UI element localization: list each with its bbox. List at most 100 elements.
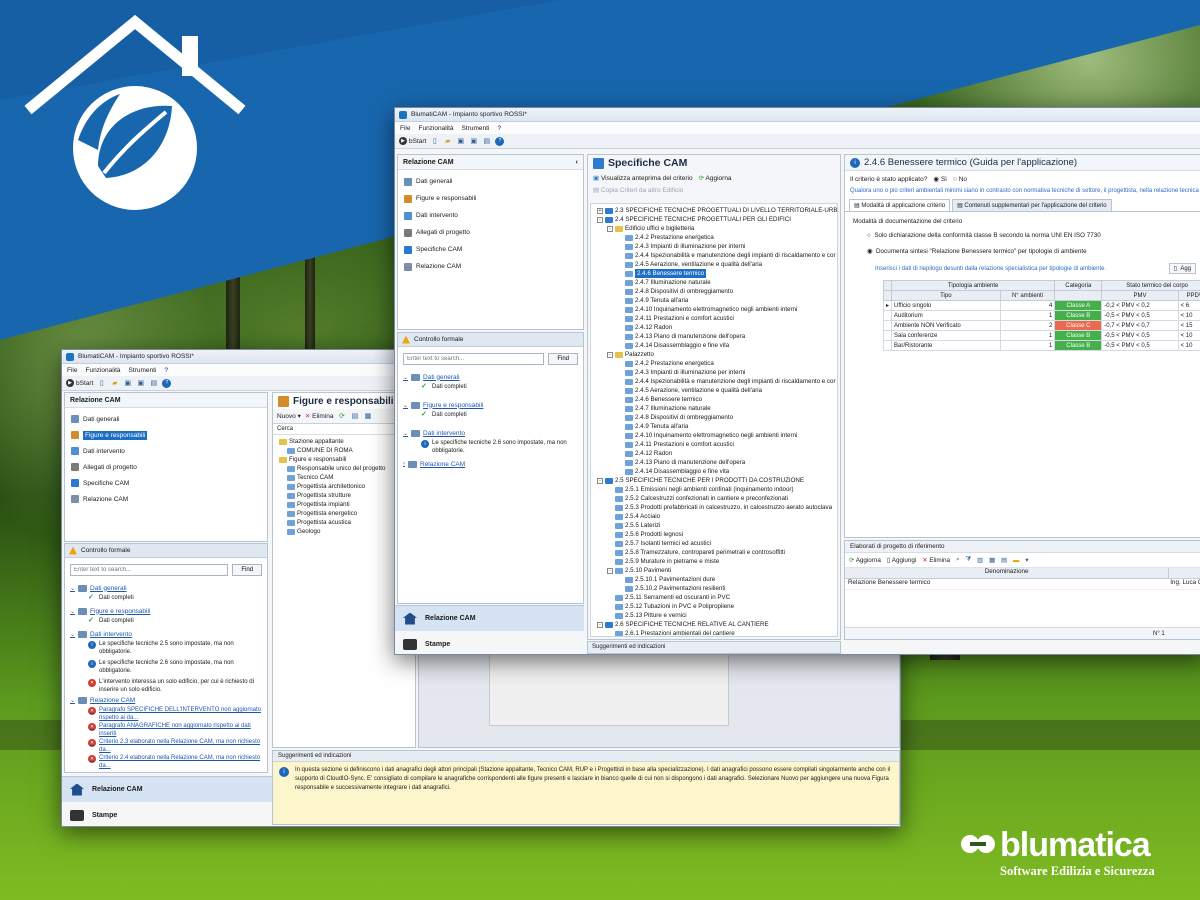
cell-tipo[interactable]: Bar/Ristorante — [891, 340, 1001, 351]
bottom-nav-stampe[interactable]: Stampe — [395, 631, 584, 654]
help-icon[interactable]: ? — [495, 136, 505, 146]
layout-icon[interactable]: ▤ — [1001, 557, 1007, 564]
table-row[interactable]: Auditorium 1 Classe B -0,5 < PMV < 0,5 < 10 — [882, 310, 1200, 321]
option-dichiarazione[interactable]: ○ Solo dichiarazione della conformità cl… — [867, 232, 1196, 239]
check-row-link[interactable]: ✕ Criterio 2.3 elaborato nella Relazione … — [70, 738, 262, 754]
tree-node[interactable]: 2.5.1 Emissioni negli ambienti confinati… — [595, 485, 833, 494]
radio-no[interactable]: ○ No — [953, 176, 967, 183]
menu-file[interactable]: File — [67, 367, 77, 374]
menu-funzionalita[interactable]: Funzionalità — [418, 125, 453, 132]
open-folder-icon[interactable]: ▰ — [110, 379, 119, 388]
tree-node[interactable]: 2.5.12 Tubazioni in PVC e Polipropilene — [595, 602, 833, 611]
collapse-icon[interactable]: - — [607, 351, 613, 358]
cell-categoria[interactable]: Classe C — [1054, 320, 1103, 331]
check-row-link[interactable]: ✕ Paragrafo SPECIFICHE DELL'INTERVENTO no… — [70, 706, 262, 722]
collapse-left-icon[interactable]: ‹ — [576, 159, 578, 166]
cell-categoria[interactable]: Classe B — [1054, 310, 1103, 321]
grid-icon[interactable]: ▦ — [989, 557, 995, 564]
tree-node[interactable]: 2.4.14 Disassemblaggio e fine vita — [595, 467, 833, 476]
nav-item-dati-intervento[interactable]: Dati intervento — [398, 207, 583, 224]
tree-node[interactable]: 2.5.4 Acciaio — [595, 512, 833, 521]
menu-strumenti[interactable]: Strumenti — [129, 367, 157, 374]
tree-node[interactable]: Tecnico CAM — [277, 473, 411, 482]
tree-node[interactable]: 2.5.13 Pitture e vernici — [595, 611, 833, 620]
table-row[interactable]: ▸ Ufficio singolo 4 Classe A -0,2 < PMV < 0,… — [882, 300, 1200, 311]
tree-node[interactable]: Progettista acustica — [277, 518, 411, 527]
new-button[interactable]: Nuovo ▾ — [277, 412, 301, 420]
tree-node[interactable]: -2.4 SPECIFICHE TECNICHE PROGETTUALI PER… — [595, 215, 833, 224]
tree-node[interactable]: 2.5.3 Prodotti prefabbricati in calcestr… — [595, 503, 833, 512]
save-icon[interactable]: ▣ — [123, 379, 132, 388]
tree-node[interactable]: Responsabile unico del progetto — [277, 464, 411, 473]
cell-categoria[interactable]: Classe B — [1054, 340, 1103, 351]
option-documenta[interactable]: ◉ Documenta sintesi "Relazione Benessere… — [867, 248, 1196, 255]
collapse-icon[interactable]: ⌄ — [403, 402, 408, 409]
tree-node[interactable]: Geologo — [277, 527, 411, 536]
tree-node[interactable]: - Edificio uffici e biglietteria — [595, 224, 833, 233]
cell-ppd[interactable]: < 6 — [1177, 300, 1200, 311]
bstart-button[interactable]: ▶ bStart — [399, 137, 426, 145]
cell-num[interactable]: 1 — [999, 310, 1056, 321]
tree-node[interactable]: 2.4.3 Impianti di illuminazione per inte… — [595, 368, 833, 377]
tab-modalita[interactable]: ▤ Modalità di applicazione criterio — [849, 199, 951, 211]
tree-node[interactable]: 2.4.12 Radon — [595, 323, 833, 332]
table-row[interactable]: Sala conferenze 1 Classe B -0,5 < PMV < 0,5… — [882, 330, 1200, 341]
tab-contenuti[interactable]: ▤ Contenuti supplementari per l'applicaz… — [952, 199, 1112, 211]
tree-node[interactable]: -2.5 SPECIFICHE TECNICHE PER I PRODOTTI … — [595, 476, 833, 485]
check-row-link[interactable]: ✕ Criterio 2.4 elaborato nella Relazione … — [70, 754, 262, 770]
new-file-icon[interactable]: ▯ — [97, 379, 106, 388]
cell-tipo[interactable]: Sala conferenze — [891, 330, 1001, 341]
filter-icon[interactable]: ⧩ — [966, 556, 972, 564]
nav-item-figure-responsabili[interactable]: Figure e responsabili — [65, 427, 267, 443]
elab-delete-button[interactable]: ✕ Elimina — [922, 557, 950, 564]
tree-node[interactable]: +2.3 SPECIFICHE TECNICHE PROGETTUALI DI … — [595, 206, 837, 215]
tree-node[interactable]: 2.4.7 Illuminazione naturale — [595, 278, 833, 287]
print-icon[interactable]: ▤ — [482, 137, 491, 146]
tree-node[interactable]: 2.4.13 Piano di manutenzione dell'opera — [595, 332, 833, 341]
refresh-icon[interactable]: ⟳ — [337, 412, 346, 421]
tree-node[interactable]: -2.5.10 Pavimenti — [595, 566, 833, 575]
tree-node[interactable]: 2.5.9 Murature in pietrame e miste — [595, 557, 833, 566]
cell-pmv[interactable]: -0,7 < PMV < 0,7 — [1101, 320, 1179, 331]
save-as-icon[interactable]: ▣ — [136, 379, 145, 388]
tree-node[interactable]: 2.4.8 Dispositivi di ombreggiamento — [595, 287, 833, 296]
find-button[interactable]: Find — [232, 564, 262, 576]
cell-ppd[interactable]: < 10 — [1177, 310, 1200, 321]
menu-help[interactable]: ? — [497, 125, 501, 132]
find-button[interactable]: Find — [548, 353, 578, 365]
tree-node[interactable]: Progettista strutture — [277, 491, 411, 500]
tree-node[interactable]: 2.5.7 Isolanti termici ed acustici — [595, 539, 833, 548]
chart-icon[interactable]: ▥ — [977, 557, 983, 564]
tree-node[interactable]: 2.4.2 Prestazione energetica — [595, 359, 833, 368]
tree-node[interactable]: 2.4.9 Tenuta all'aria — [595, 296, 833, 305]
copy-icon[interactable]: ▤ — [350, 412, 359, 421]
nav-item-figure-responsabili[interactable]: Figure e responsabili — [398, 190, 583, 207]
cell-tipo[interactable]: Ufficio singolo — [891, 300, 1001, 311]
cell-pmv[interactable]: -0,2 < PMV < 0,2 — [1101, 300, 1179, 311]
add-row-button[interactable]: ▯ Agg — [1168, 263, 1196, 274]
tree-node[interactable]: Figure e responsabili — [277, 455, 411, 464]
collapse-icon[interactable]: - — [597, 216, 603, 223]
tree-node[interactable]: Progettista architettonico — [277, 482, 411, 491]
collapse-icon[interactable]: - — [597, 621, 603, 628]
cell-ppd[interactable]: < 10 — [1177, 330, 1200, 341]
cell-num[interactable]: 1 — [999, 330, 1056, 341]
binoculars-icon[interactable]: ⌕ — [956, 556, 960, 564]
radio-yes[interactable]: ◉ Sì — [933, 175, 947, 183]
save-icon[interactable]: ▣ — [456, 137, 465, 146]
tree-node[interactable]: - Palazzetto — [595, 350, 833, 359]
elab-refresh-button[interactable]: ⟳ Aggiorna — [849, 557, 881, 564]
new-file-icon[interactable]: ▯ — [430, 137, 439, 146]
collapse-icon[interactable]: - — [607, 567, 613, 574]
cell-pmv[interactable]: -0,5 < PMV < 0,5 — [1101, 340, 1179, 351]
tree-node[interactable]: 2.5.5 Laterizi — [595, 521, 833, 530]
tree-node[interactable]: 2.4.2 Prestazione energetica — [595, 233, 833, 242]
nav-item-allegati[interactable]: Allegati di progetto — [65, 459, 267, 475]
tree-node[interactable]: Stazione appaltante — [277, 437, 411, 446]
table-row[interactable]: Bar/Ristorante 1 Classe B -0,5 < PMV < 0,5 <… — [882, 340, 1200, 351]
collapse-icon[interactable]: ⌄ — [403, 374, 408, 381]
tree-node[interactable]: 2.5.8 Tramezzature, contropareti perimet… — [595, 548, 833, 557]
tree-node[interactable]: 2.6.1 Prestazioni ambientali del cantier… — [595, 629, 833, 636]
help-icon[interactable]: ? — [162, 378, 172, 388]
menu-help[interactable]: ? — [164, 367, 168, 374]
